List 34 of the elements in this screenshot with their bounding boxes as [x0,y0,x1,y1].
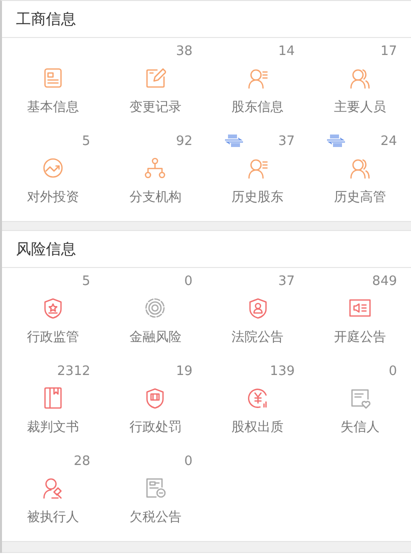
count: 37 [278,273,295,291]
item-label[interactable]: 开庭公告 [334,329,386,347]
count: 139 [270,363,295,381]
count: 19 [176,363,192,381]
count: 14 [278,43,295,61]
count: 849 [372,273,397,291]
count: 28 [74,453,90,471]
item-label[interactable]: 股权出质 [232,419,284,437]
item-label[interactable]: 变更记录 [129,99,182,117]
item-label[interactable]: 行政处罚 [129,419,182,437]
item-label[interactable]: 分支机构 [129,189,182,207]
item-label[interactable]: 行政监管 [27,329,80,347]
count: 24 [380,133,397,151]
item-label[interactable]: 历史股东 [232,189,284,207]
item-label[interactable]: 被执行人 [27,509,80,527]
count: 92 [176,133,192,151]
count: 38 [176,43,192,61]
item-label[interactable]: 股东信息 [232,99,284,117]
count: 5 [82,133,90,151]
item-label[interactable]: 裁判文书 [27,419,80,437]
count: 0 [388,363,397,381]
count: 37 [278,133,295,151]
item-label[interactable]: 对外投资 [27,189,80,207]
count: 0 [184,453,192,471]
section-title: 风险信息 [16,240,76,258]
count: 5 [82,273,90,291]
item-label[interactable]: 基本信息 [27,99,80,117]
item-label[interactable]: 历史高管 [334,189,386,207]
item-label[interactable]: 主要人员 [334,99,386,117]
count: 17 [380,43,397,61]
section-title: 工商信息 [16,10,76,28]
count: 0 [184,273,192,291]
count: 2312 [57,363,90,381]
item-label[interactable]: 法院公告 [232,329,284,347]
